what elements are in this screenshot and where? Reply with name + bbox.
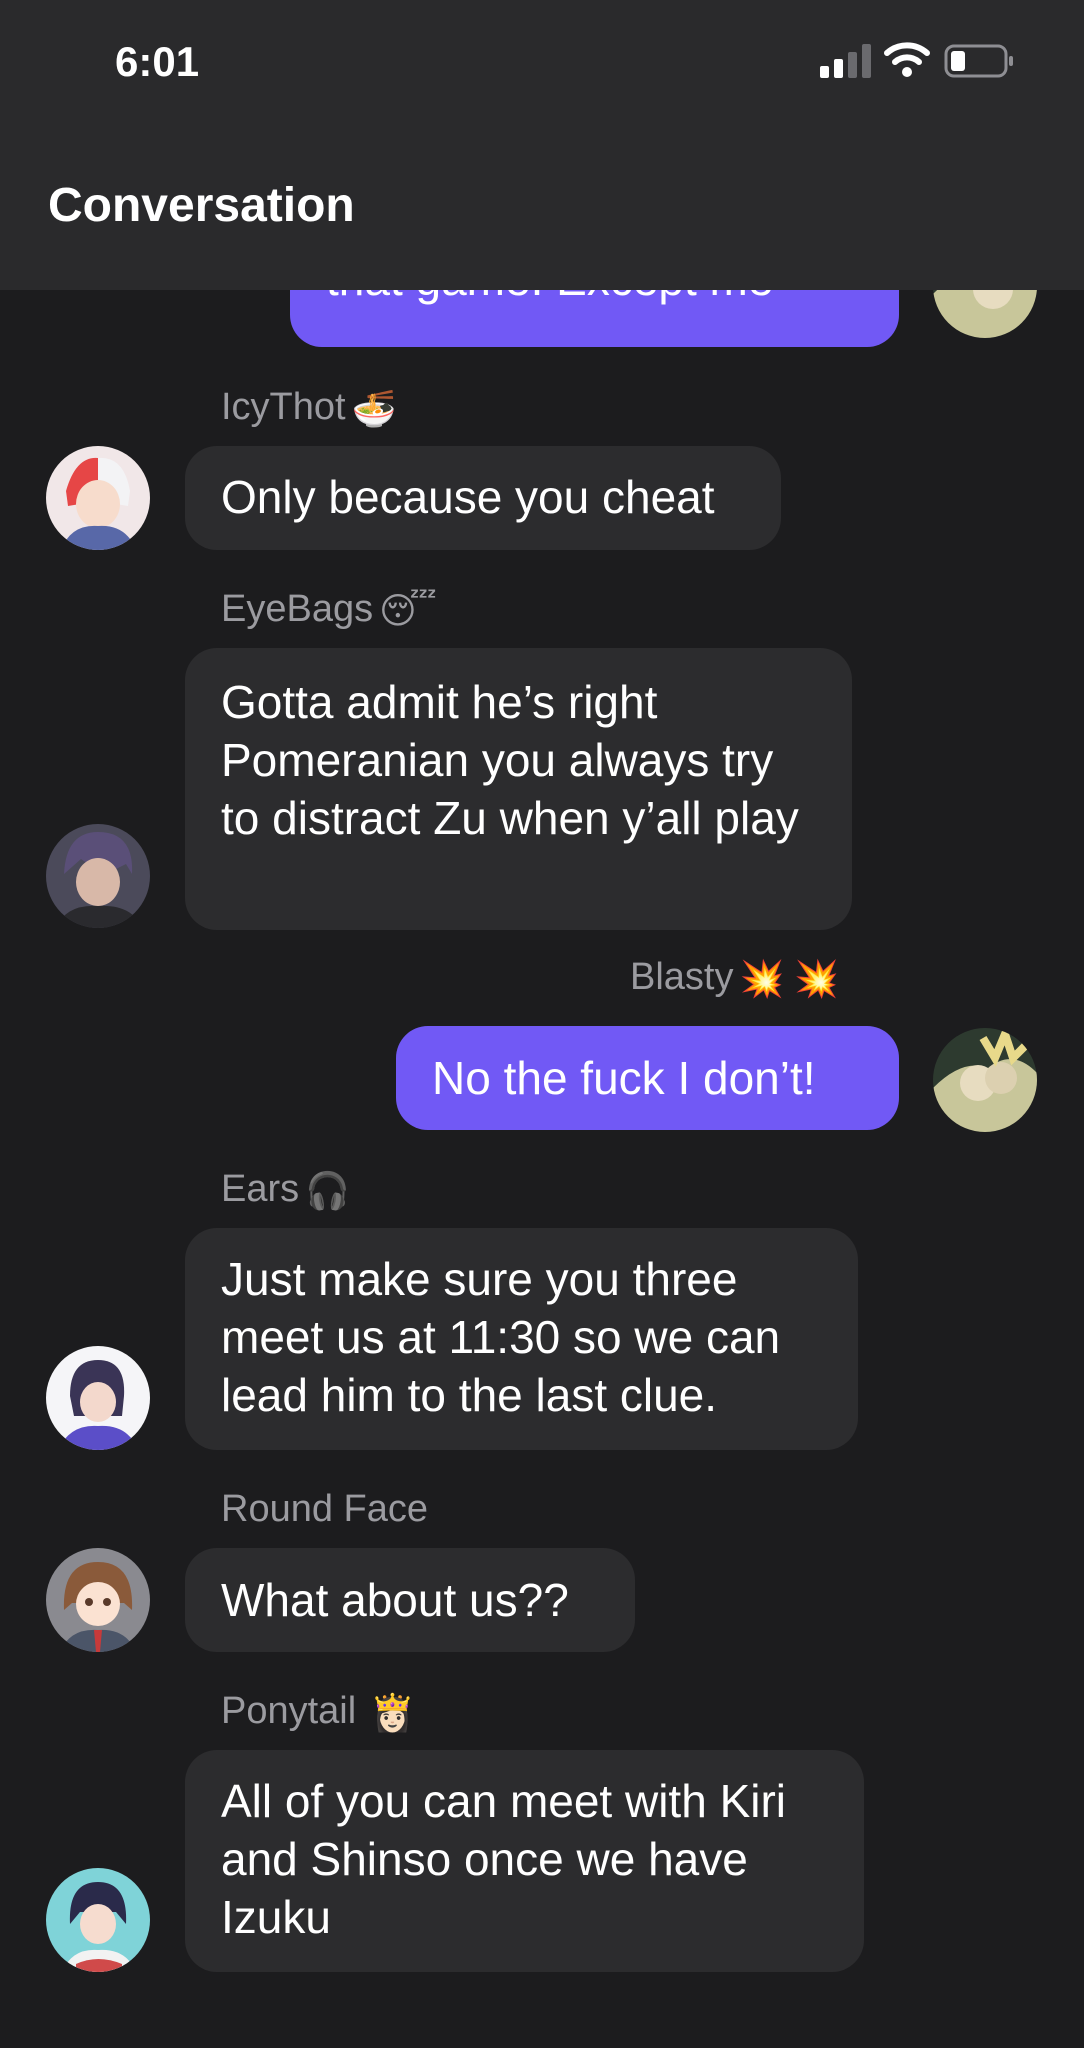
battery-icon	[944, 44, 1013, 78]
avatar-ponytail[interactable]	[46, 1868, 150, 1972]
wifi-icon	[884, 42, 930, 77]
message-text: Gotta admit he’s right Pomeranian you al…	[221, 676, 799, 844]
avatar-eyebags[interactable]	[46, 824, 150, 928]
message-bubble-incoming[interactable]: Gotta admit he’s right Pomeranian you al…	[185, 648, 852, 930]
message-text: that game. Except me	[326, 290, 773, 305]
sender-name: Blasty 💥 💥	[630, 956, 839, 1000]
message-text: Just make sure you three meet us at 11:3…	[221, 1253, 781, 1421]
avatar-blasty[interactable]	[933, 1028, 1037, 1132]
message-text: Only because you cheat	[221, 471, 715, 523]
sender-name: IcyThot 🍜	[221, 386, 396, 430]
sender-name-text: Ponytail	[221, 1690, 357, 1732]
princess-icon: 👸🏻	[370, 1691, 416, 1733]
message-bubble-incoming[interactable]: What about us??	[185, 1548, 635, 1652]
avatar-ears[interactable]	[46, 1346, 150, 1450]
headphones-icon: 🎧	[305, 1169, 350, 1211]
message-list[interactable]: that game. Except me IcyThot🍜 Only becau…	[0, 290, 1084, 2048]
collision-icon: 💥 💥	[739, 957, 840, 999]
message-text: All of you can meet with Kiri and Shinso…	[221, 1775, 787, 1943]
sender-name-text: Ears	[221, 1168, 300, 1210]
status-time: 6:01	[115, 38, 200, 85]
message-bubble-outgoing[interactable]: that game. Except me	[290, 290, 899, 347]
cellular-signal-icon	[820, 44, 871, 78]
sender-name-text: Blasty	[630, 956, 734, 998]
avatar-icythot[interactable]	[46, 446, 150, 550]
sender-name-text: EyeBags	[221, 588, 374, 630]
message-bubble-incoming[interactable]: Just make sure you three meet us at 11:3…	[185, 1228, 858, 1450]
sender-name: Round Face	[221, 1488, 428, 1531]
conversation-header: Conversation	[0, 120, 1084, 290]
sender-name: Ears 🎧	[221, 1168, 350, 1212]
noodle-bowl-icon: 🍜	[351, 387, 397, 429]
message-bubble-incoming[interactable]: Only because you cheat	[185, 446, 781, 550]
message-bubble-incoming[interactable]: All of you can meet with Kiri and Shinso…	[185, 1750, 864, 1972]
sender-name-text: Round Face	[221, 1488, 429, 1530]
sender-name: Ponytail 👸🏻	[221, 1690, 415, 1734]
avatar-blasty[interactable]	[933, 290, 1037, 338]
sender-name-text: IcyThot	[221, 386, 346, 428]
status-bar: 6:01	[0, 0, 1084, 120]
message-text: No the fuck I don’t!	[432, 1052, 816, 1104]
message-bubble-outgoing[interactable]: No the fuck I don’t!	[396, 1026, 899, 1130]
page-title: Conversation	[48, 179, 355, 232]
message-text: What about us??	[221, 1574, 569, 1626]
sleeping-face-icon: 😴	[379, 589, 437, 631]
sender-name: EyeBags 😴	[221, 588, 437, 632]
avatar-round-face[interactable]	[46, 1548, 150, 1652]
